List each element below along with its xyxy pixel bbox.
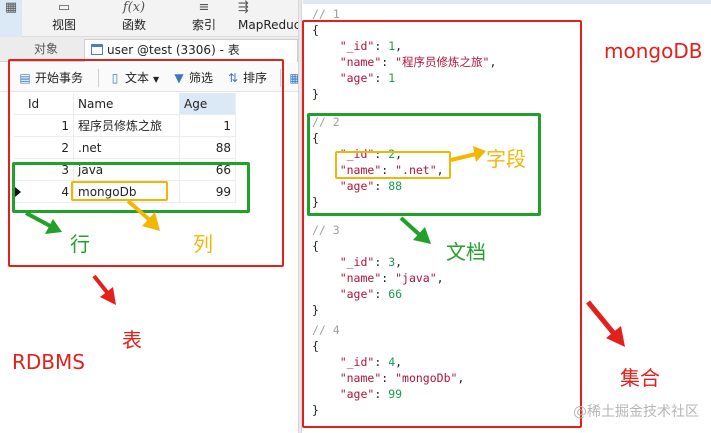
field-highlight-box bbox=[335, 151, 451, 179]
watermark: @稀土掘金技术社区 bbox=[573, 404, 699, 420]
mapreduce-icon: ⇶ bbox=[238, 0, 249, 15]
collection-highlight-box bbox=[302, 20, 582, 428]
annotation-field-label: 字段 bbox=[486, 147, 526, 171]
table-icon bbox=[91, 44, 103, 55]
annotation-mongodb-label: mongoDB bbox=[604, 39, 703, 63]
index-icon: ≡ bbox=[198, 0, 210, 15]
ribbon-mapreduce-button[interactable]: ⇶ MapReduce bbox=[238, 0, 298, 37]
column-highlight-box bbox=[71, 181, 168, 201]
table-icon: ▦ bbox=[4, 0, 18, 15]
annotation-rdbms-label: RDBMS bbox=[12, 350, 85, 374]
ribbon-function-button[interactable]: f(x) 函数 bbox=[110, 0, 158, 37]
function-icon: f(x) bbox=[122, 0, 146, 15]
ribbon-view-button[interactable]: ▭ 视图 bbox=[42, 0, 86, 37]
annotation-table-label: 表 bbox=[122, 328, 142, 352]
view-icon: ▭ bbox=[57, 0, 71, 15]
pane-top-bar bbox=[303, 0, 711, 4]
ribbon-table-button[interactable]: ▦ bbox=[0, 0, 22, 37]
annotation-collection-label: 集合 bbox=[620, 366, 660, 390]
ribbon-index-button[interactable]: ≡ 索引 bbox=[182, 0, 226, 37]
annotation-row-label: 行 bbox=[70, 232, 90, 256]
annotation-column-label: 列 bbox=[193, 232, 213, 256]
ribbon-bar: ▦ ▭ 视图 f(x) 函数 ≡ 索引 ⇶ MapReduce bbox=[0, 0, 298, 37]
annotation-document-label: 文档 bbox=[446, 240, 486, 264]
